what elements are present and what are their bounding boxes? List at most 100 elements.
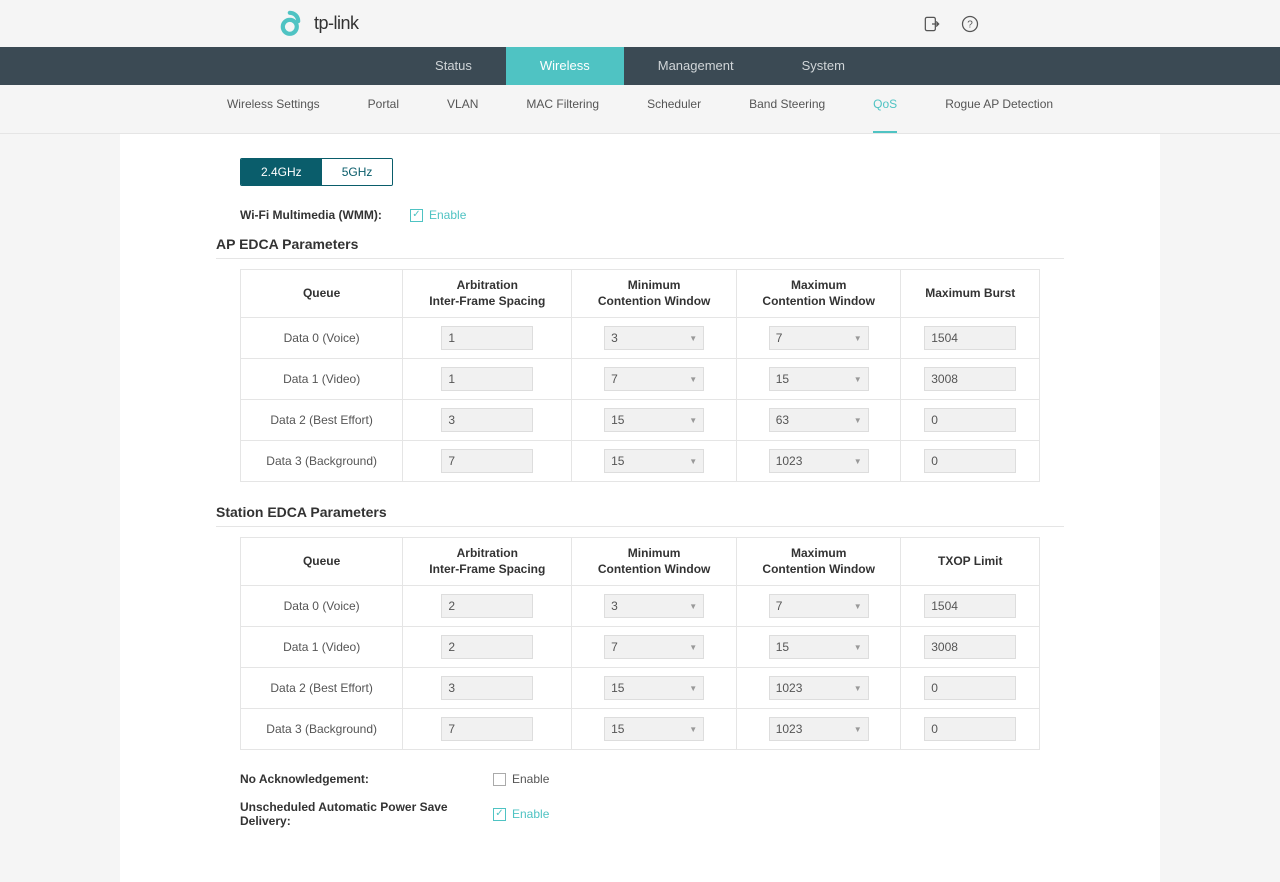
uapsd-label: Unscheduled Automatic Power Save Deliver… — [240, 800, 493, 828]
sub-nav-scheduler[interactable]: Scheduler — [647, 97, 701, 121]
table-row: Data 2 (Best Effort) 15▼ 63▼ — [241, 400, 1040, 441]
brand-logo: tp-link — [280, 10, 359, 38]
input[interactable] — [924, 676, 1016, 700]
table-row: Data 0 (Voice)3▼7▼ — [241, 318, 1040, 359]
select[interactable]: 3▼ — [604, 594, 704, 618]
select[interactable]: 15▼ — [769, 367, 869, 391]
station-edca-table: Queue ArbitrationInter-Frame Spacing Min… — [240, 537, 1040, 750]
select[interactable]: 15▼ — [604, 717, 704, 741]
input[interactable] — [924, 635, 1016, 659]
input[interactable] — [924, 594, 1016, 618]
select[interactable]: 15▼ — [604, 408, 704, 432]
select[interactable]: 1023▼ — [769, 676, 869, 700]
table-row: Data 2 (Best Effort) 15▼ 1023▼ — [241, 668, 1040, 709]
help-icon[interactable]: ? — [960, 14, 980, 34]
select[interactable]: 7▼ — [604, 635, 704, 659]
sub-nav-wireless-settings[interactable]: Wireless Settings — [227, 97, 320, 121]
select[interactable]: 1023▼ — [769, 717, 869, 741]
chevron-down-icon: ▼ — [689, 375, 697, 384]
sub-nav-qos[interactable]: QoS — [873, 97, 897, 133]
input[interactable] — [441, 594, 533, 618]
wmm-enable-label: Enable — [429, 208, 466, 222]
select[interactable]: 1023▼ — [769, 449, 869, 473]
uapsd-enable-label: Enable — [512, 807, 549, 821]
uapsd-checkbox[interactable] — [493, 808, 506, 821]
input[interactable] — [441, 367, 533, 391]
chevron-down-icon: ▼ — [689, 684, 697, 693]
band-tab-5ghz[interactable]: 5GHz — [322, 159, 393, 185]
chevron-down-icon: ▼ — [689, 725, 697, 734]
th-cwmax: MaximumContention Window — [736, 270, 901, 318]
chevron-down-icon: ▼ — [689, 643, 697, 652]
ap-edca-table: Queue ArbitrationInter-Frame Spacing Min… — [240, 269, 1040, 482]
queue-cell: Data 3 (Background) — [241, 441, 403, 482]
logout-icon[interactable] — [922, 14, 942, 34]
queue-cell: Data 2 (Best Effort) — [241, 400, 403, 441]
input[interactable] — [924, 449, 1016, 473]
input[interactable] — [441, 449, 533, 473]
chevron-down-icon: ▼ — [854, 375, 862, 384]
select[interactable]: 15▼ — [604, 449, 704, 473]
ap-edca-title: AP EDCA Parameters — [216, 236, 1064, 259]
input[interactable] — [924, 717, 1016, 741]
queue-cell: Data 1 (Video) — [241, 627, 403, 668]
noack-enable-label: Enable — [512, 772, 549, 786]
wmm-checkbox[interactable] — [410, 209, 423, 222]
band-tab-24ghz[interactable]: 2.4GHz — [241, 159, 322, 185]
chevron-down-icon: ▼ — [689, 602, 697, 611]
sub-nav-vlan[interactable]: VLAN — [447, 97, 478, 121]
main-nav-wireless[interactable]: Wireless — [506, 47, 624, 85]
queue-cell: Data 1 (Video) — [241, 359, 403, 400]
sub-nav-mac-filtering[interactable]: MAC Filtering — [526, 97, 599, 121]
queue-cell: Data 0 (Voice) — [241, 586, 403, 627]
select[interactable]: 7▼ — [769, 326, 869, 350]
th-aifs: ArbitrationInter-Frame Spacing — [403, 270, 572, 318]
select[interactable]: 15▼ — [604, 676, 704, 700]
sub-nav: Wireless Settings Portal VLAN MAC Filtering… — [0, 85, 1280, 134]
select[interactable]: 7▼ — [604, 367, 704, 391]
input[interactable] — [441, 717, 533, 741]
th-txop: TXOP Limit — [901, 538, 1040, 586]
station-edca-title: Station EDCA Parameters — [216, 504, 1064, 527]
main-nav: StatusWirelessManagementSystem — [0, 47, 1280, 85]
table-row: Data 1 (Video) 7▼ 15▼ — [241, 359, 1040, 400]
input[interactable] — [441, 676, 533, 700]
noack-checkbox[interactable] — [493, 773, 506, 786]
main-nav-system[interactable]: System — [768, 47, 879, 85]
chevron-down-icon: ▼ — [854, 725, 862, 734]
input[interactable] — [441, 326, 533, 350]
input[interactable] — [924, 408, 1016, 432]
sub-nav-portal[interactable]: Portal — [368, 97, 399, 121]
top-bar: tp-link ? — [0, 0, 1280, 47]
sub-nav-rogue-ap-detection[interactable]: Rogue AP Detection — [945, 97, 1053, 121]
input[interactable] — [924, 326, 1016, 350]
queue-cell: Data 2 (Best Effort) — [241, 668, 403, 709]
sub-nav-band-steering[interactable]: Band Steering — [749, 97, 825, 121]
main-nav-management[interactable]: Management — [624, 47, 768, 85]
th-queue: Queue — [241, 538, 403, 586]
noack-label: No Acknowledgement: — [240, 772, 493, 786]
input[interactable] — [441, 635, 533, 659]
chevron-down-icon: ▼ — [854, 643, 862, 652]
content: 2.4GHz5GHz Wi-Fi Multimedia (WMM): Enabl… — [120, 134, 1160, 882]
chevron-down-icon: ▼ — [854, 457, 862, 466]
band-tabs: 2.4GHz5GHz — [240, 158, 393, 186]
svg-text:?: ? — [967, 19, 973, 30]
queue-cell: Data 3 (Background) — [241, 709, 403, 750]
select[interactable]: 7▼ — [769, 594, 869, 618]
tplink-logo-icon — [280, 10, 308, 38]
th-aifs: ArbitrationInter-Frame Spacing — [403, 538, 572, 586]
main-nav-status[interactable]: Status — [401, 47, 506, 85]
table-row: Data 3 (Background) 15▼ 1023▼ — [241, 441, 1040, 482]
select[interactable]: 63▼ — [769, 408, 869, 432]
input[interactable] — [441, 408, 533, 432]
table-row: Data 0 (Voice) 3▼ 7▼ — [241, 586, 1040, 627]
select[interactable]: 15▼ — [769, 635, 869, 659]
select[interactable]: 3▼ — [604, 326, 704, 350]
chevron-down-icon: ▼ — [689, 457, 697, 466]
input[interactable] — [924, 367, 1016, 391]
chevron-down-icon: ▼ — [854, 334, 862, 343]
th-burst: Maximum Burst — [901, 270, 1040, 318]
table-row: Data 3 (Background) 15▼ 1023▼ — [241, 709, 1040, 750]
th-cwmin: MinimumContention Window — [572, 270, 737, 318]
